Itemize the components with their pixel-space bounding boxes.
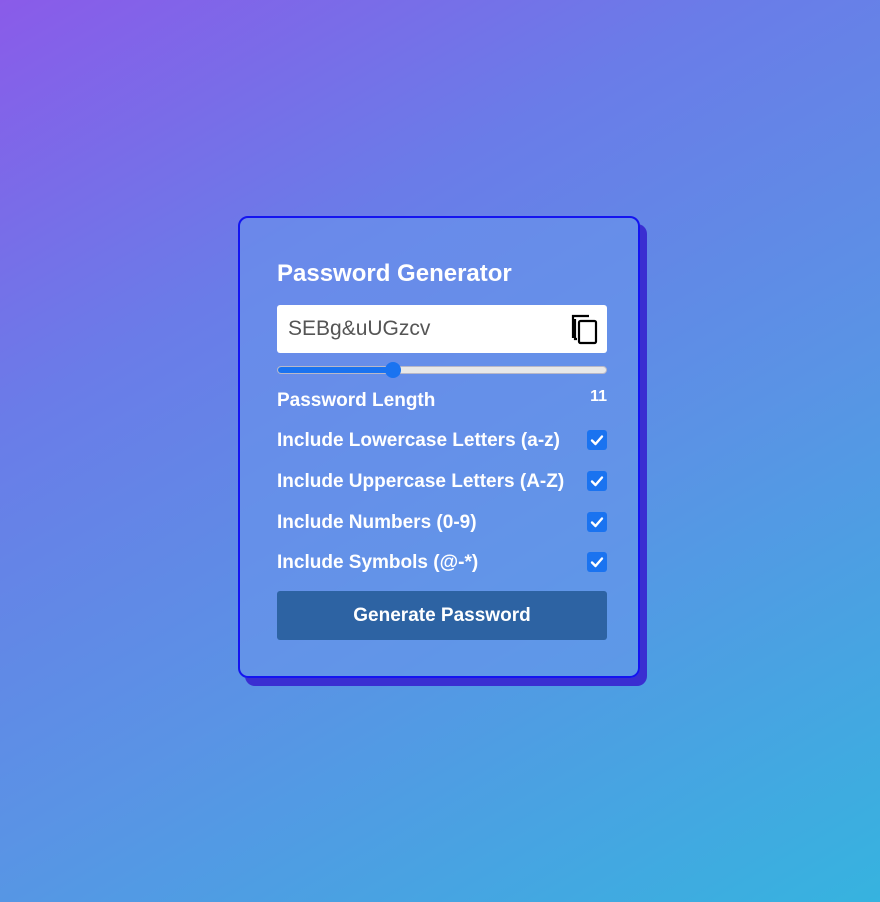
option-label: Include Uppercase Letters (A-Z) — [277, 471, 565, 492]
option-numbers: Include Numbers (0-9) — [277, 510, 607, 534]
length-slider-thumb[interactable] — [384, 362, 401, 378]
option-symbols: Include Symbols (@-*) — [277, 550, 607, 574]
copy-icon[interactable] — [571, 313, 599, 345]
option-label: Include Symbols (@-*) — [277, 552, 479, 573]
option-lowercase: Include Lowercase Letters (a-z) — [277, 428, 607, 452]
option-label: Include Numbers (0-9) — [277, 512, 477, 533]
option-label: Include Lowercase Letters (a-z) — [277, 430, 560, 451]
length-slider[interactable] — [277, 362, 607, 378]
length-row: Password Length 11 — [277, 388, 607, 412]
password-value: SEBg&uUGzcv — [288, 317, 431, 340]
page-title: Password Generator — [277, 260, 512, 287]
password-display: SEBg&uUGzcv — [277, 305, 607, 353]
uppercase-checkbox[interactable] — [587, 471, 607, 491]
length-label: Password Length — [277, 390, 436, 411]
password-generator-card: Password Generator SEBg&uUGzcv Password … — [238, 216, 640, 678]
length-slider-fill — [278, 367, 393, 373]
lowercase-checkbox[interactable] — [587, 430, 607, 450]
numbers-checkbox[interactable] — [587, 512, 607, 532]
length-value: 11 — [590, 388, 607, 405]
generate-password-button[interactable]: Generate Password — [277, 591, 607, 640]
symbols-checkbox[interactable] — [587, 552, 607, 572]
option-uppercase: Include Uppercase Letters (A-Z) — [277, 469, 607, 493]
